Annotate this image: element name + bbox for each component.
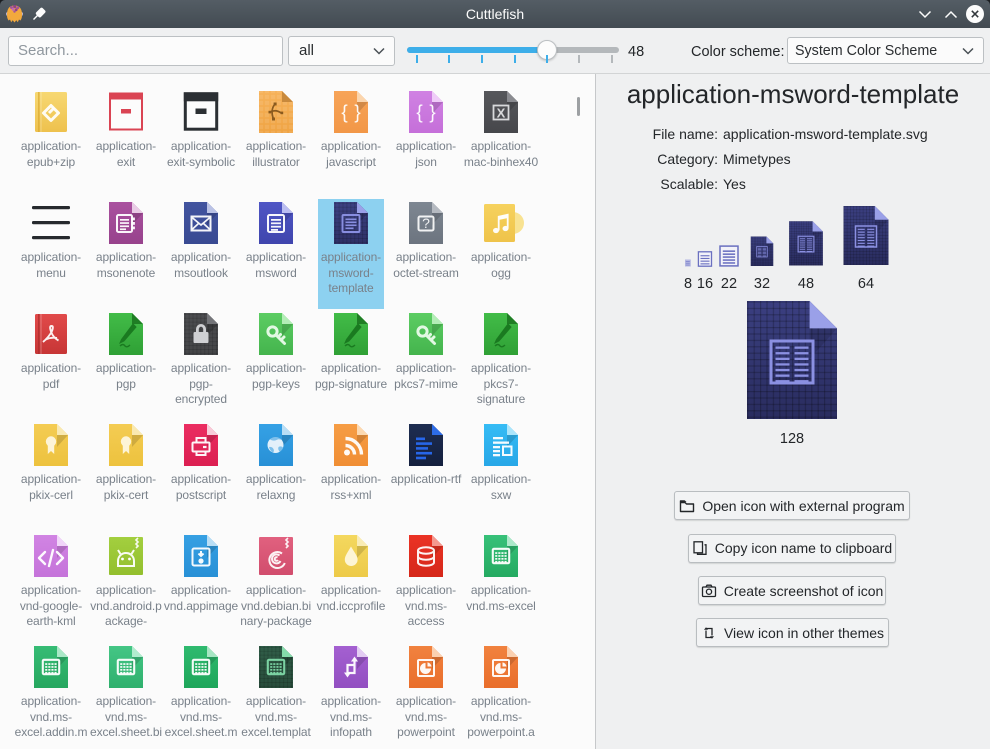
svg-text:}: } xyxy=(429,103,435,124)
svg-text:X: X xyxy=(497,106,506,121)
svg-text:}: } xyxy=(354,103,360,124)
svg-text:{: { xyxy=(341,103,348,124)
svg-text:{: { xyxy=(416,103,423,124)
svg-text:?: ? xyxy=(422,215,430,231)
